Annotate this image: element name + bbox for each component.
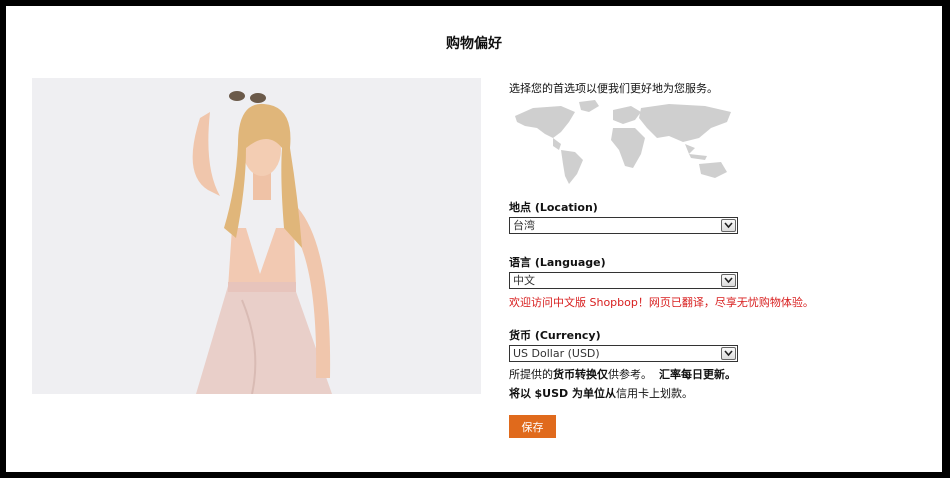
language-notice: 欢迎访问中文版 Shopbop！网页已翻译，尽享无忧购物体验。: [509, 296, 814, 309]
location-label: 地点 (Location): [509, 201, 598, 214]
currency-note-line-2: 将以 $USD 为单位从信用卡上划款。: [509, 385, 693, 401]
currency-note-bold: $USD 为单位从: [534, 387, 616, 400]
currency-note-text: 所提供的: [509, 368, 553, 381]
currency-select-value: US Dollar (USD): [513, 347, 600, 360]
currency-label: 货币 (Currency): [509, 329, 601, 342]
language-dropdown-button[interactable]: [721, 274, 736, 287]
location-select-value: 台湾: [513, 219, 535, 232]
model-photo-illustration: [32, 78, 481, 394]
currency-note-bold: 汇率每日更新。: [659, 368, 736, 381]
intro-text: 选择您的首选项以便我们更好地为您服务。: [509, 82, 718, 95]
currency-note-text: 供参考。: [608, 368, 652, 381]
chevron-down-icon: [724, 277, 733, 284]
language-select[interactable]: 中文: [509, 272, 738, 289]
page-title: 购物偏好: [446, 36, 502, 52]
location-select[interactable]: 台湾: [509, 217, 738, 234]
model-photo: [32, 78, 481, 394]
chevron-down-icon: [724, 222, 733, 229]
currency-dropdown-button[interactable]: [721, 347, 736, 360]
currency-note-bold: 将以: [509, 387, 531, 400]
location-dropdown-button[interactable]: [721, 219, 736, 232]
currency-note-line-1: 所提供的货币转换仅供参考。 汇率每日更新。: [509, 366, 736, 382]
world-map-icon: [515, 100, 731, 184]
save-button[interactable]: 保存: [509, 415, 556, 438]
currency-note-bold: 货币转换仅: [553, 368, 608, 381]
currency-select[interactable]: US Dollar (USD): [509, 345, 738, 362]
language-select-value: 中文: [513, 274, 535, 287]
shopping-preferences-panel: 购物偏好 选择您的首选项以便我们更好地为您服务。 地点 (Location) 台…: [6, 6, 942, 472]
currency-note-text: 信用卡上划款。: [615, 387, 693, 400]
language-label: 语言 (Language): [509, 256, 606, 269]
chevron-down-icon: [724, 350, 733, 357]
